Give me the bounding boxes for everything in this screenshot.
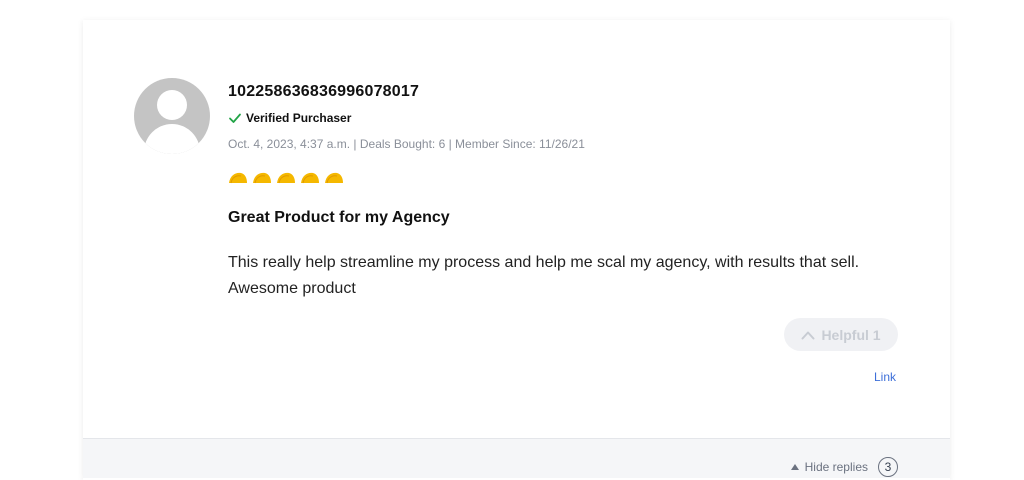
review-meta: Oct. 4, 2023, 4:37 a.m. | Deals Bought: … — [228, 137, 585, 151]
hide-replies-label: Hide replies — [804, 460, 868, 474]
taco-icon — [277, 172, 295, 184]
verified-label: Verified Purchaser — [246, 111, 352, 125]
taco-icon — [301, 172, 319, 184]
check-icon — [229, 113, 241, 123]
review-card: 102258636836996078017 Verified Purchaser… — [83, 20, 950, 480]
verified-badge: Verified Purchaser — [228, 111, 351, 125]
hide-replies-toggle[interactable]: Hide replies 3 — [790, 457, 898, 477]
taco-icon — [229, 172, 247, 184]
chevron-up-icon — [801, 331, 815, 339]
helpful-label: Helpful 1 — [821, 326, 881, 343]
rating-tacos — [228, 172, 344, 184]
replies-footer: Hide replies 3 — [83, 438, 950, 478]
triangle-up-icon — [790, 464, 799, 470]
taco-icon — [325, 172, 343, 184]
avatar-body — [144, 124, 200, 154]
helpful-button[interactable]: Helpful 1 — [784, 318, 898, 351]
user-avatar — [134, 78, 210, 154]
review-title: Great Product for my Agency — [228, 209, 450, 226]
taco-icon — [253, 172, 271, 184]
reviewer-username: 102258636836996078017 — [228, 83, 420, 100]
review-permalink[interactable]: Link — [874, 370, 896, 384]
avatar-head — [157, 90, 187, 120]
reply-count-badge: 3 — [878, 457, 898, 477]
review-body: This really help streamline my process a… — [228, 254, 860, 297]
